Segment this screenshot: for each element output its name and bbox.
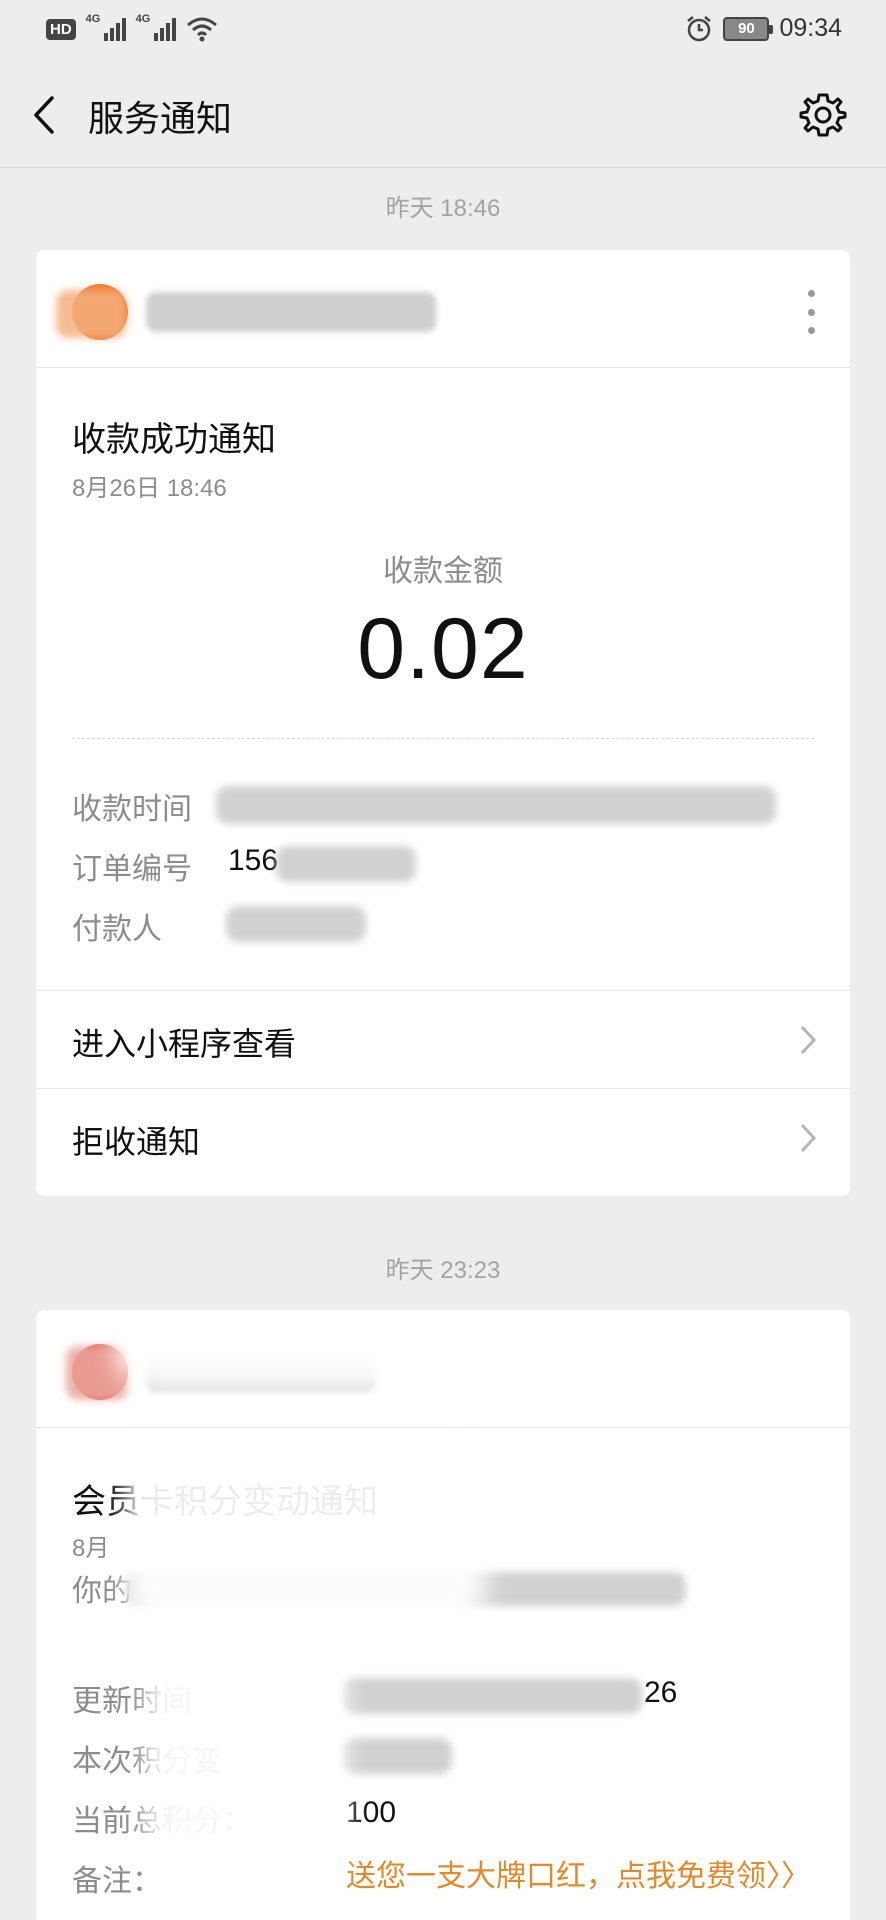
- field-value: 26: [644, 1676, 678, 1709]
- chevron-right-icon: [800, 1123, 817, 1153]
- back-icon[interactable]: [26, 90, 66, 140]
- alarm-icon: [687, 15, 712, 41]
- notification-description: 你的: [72, 1575, 132, 1608]
- payment-notification-card: 收款成功通知 8月26日 18:46 收款金额 0.02 收款时间 订单编号 1…: [36, 250, 850, 1196]
- amount-value: 0.02: [357, 601, 529, 697]
- field-label: 订单编号: [72, 853, 192, 886]
- redacted-avatar: [56, 290, 126, 338]
- notification-date: 8月26日 18:46: [72, 475, 227, 502]
- field-label: 收款时间: [72, 793, 192, 826]
- card-header: [36, 250, 850, 368]
- page-title: 服务通知: [88, 98, 233, 139]
- clock: 09:34: [779, 14, 842, 42]
- gear-icon[interactable]: [798, 90, 848, 140]
- notification-date: 8月: [72, 1535, 110, 1562]
- signal-icon: 4G: [86, 13, 126, 41]
- link-label: 进入小程序查看: [72, 1026, 297, 1062]
- battery-icon: 90: [723, 16, 774, 41]
- promo-link[interactable]: 送您一支大牌口红，点我免费领〉〉: [346, 1856, 816, 1898]
- link-label: 拒收通知: [72, 1124, 201, 1160]
- redacted-value: [342, 1738, 452, 1774]
- message-time-label: 昨天 18:46: [385, 195, 501, 222]
- message-time-label: 昨天 23:23: [385, 1257, 501, 1284]
- redacted-value: [342, 1678, 642, 1714]
- redaction-smear: [126, 1430, 486, 1630]
- redacted-value: [226, 906, 366, 942]
- redacted-value: [276, 846, 416, 882]
- redaction-smear: [116, 1310, 576, 1390]
- hd-voice-icon: HD: [46, 18, 76, 40]
- nav-header: 服务通知: [0, 60, 886, 168]
- redaction-smear: [146, 1650, 346, 1880]
- redacted-value: [216, 786, 776, 824]
- more-options-icon[interactable]: [808, 290, 816, 334]
- status-bar: HD 4G 4G 90 09:34: [0, 0, 886, 60]
- chevron-right-icon: [800, 1025, 817, 1055]
- field-value: 100: [346, 1796, 397, 1829]
- reject-notification-link[interactable]: 拒收通知: [36, 1088, 850, 1186]
- redacted-app-name: [146, 292, 436, 332]
- wifi-icon: [186, 17, 217, 42]
- membership-notification-card: 会员卡积分变动通知 8月 你的 更新时间 26 本次积分变 当前总积分： 100…: [36, 1310, 850, 1920]
- signal-icon: 4G: [136, 13, 176, 41]
- field-label: 备注：: [72, 1865, 162, 1898]
- open-mini-program-link[interactable]: 进入小程序查看: [36, 990, 850, 1088]
- field-value: 156: [228, 844, 279, 877]
- field-label: 付款人: [72, 913, 162, 946]
- notification-title: 收款成功通知: [72, 421, 276, 459]
- divider: [72, 738, 814, 739]
- amount-label: 收款金额: [383, 555, 503, 588]
